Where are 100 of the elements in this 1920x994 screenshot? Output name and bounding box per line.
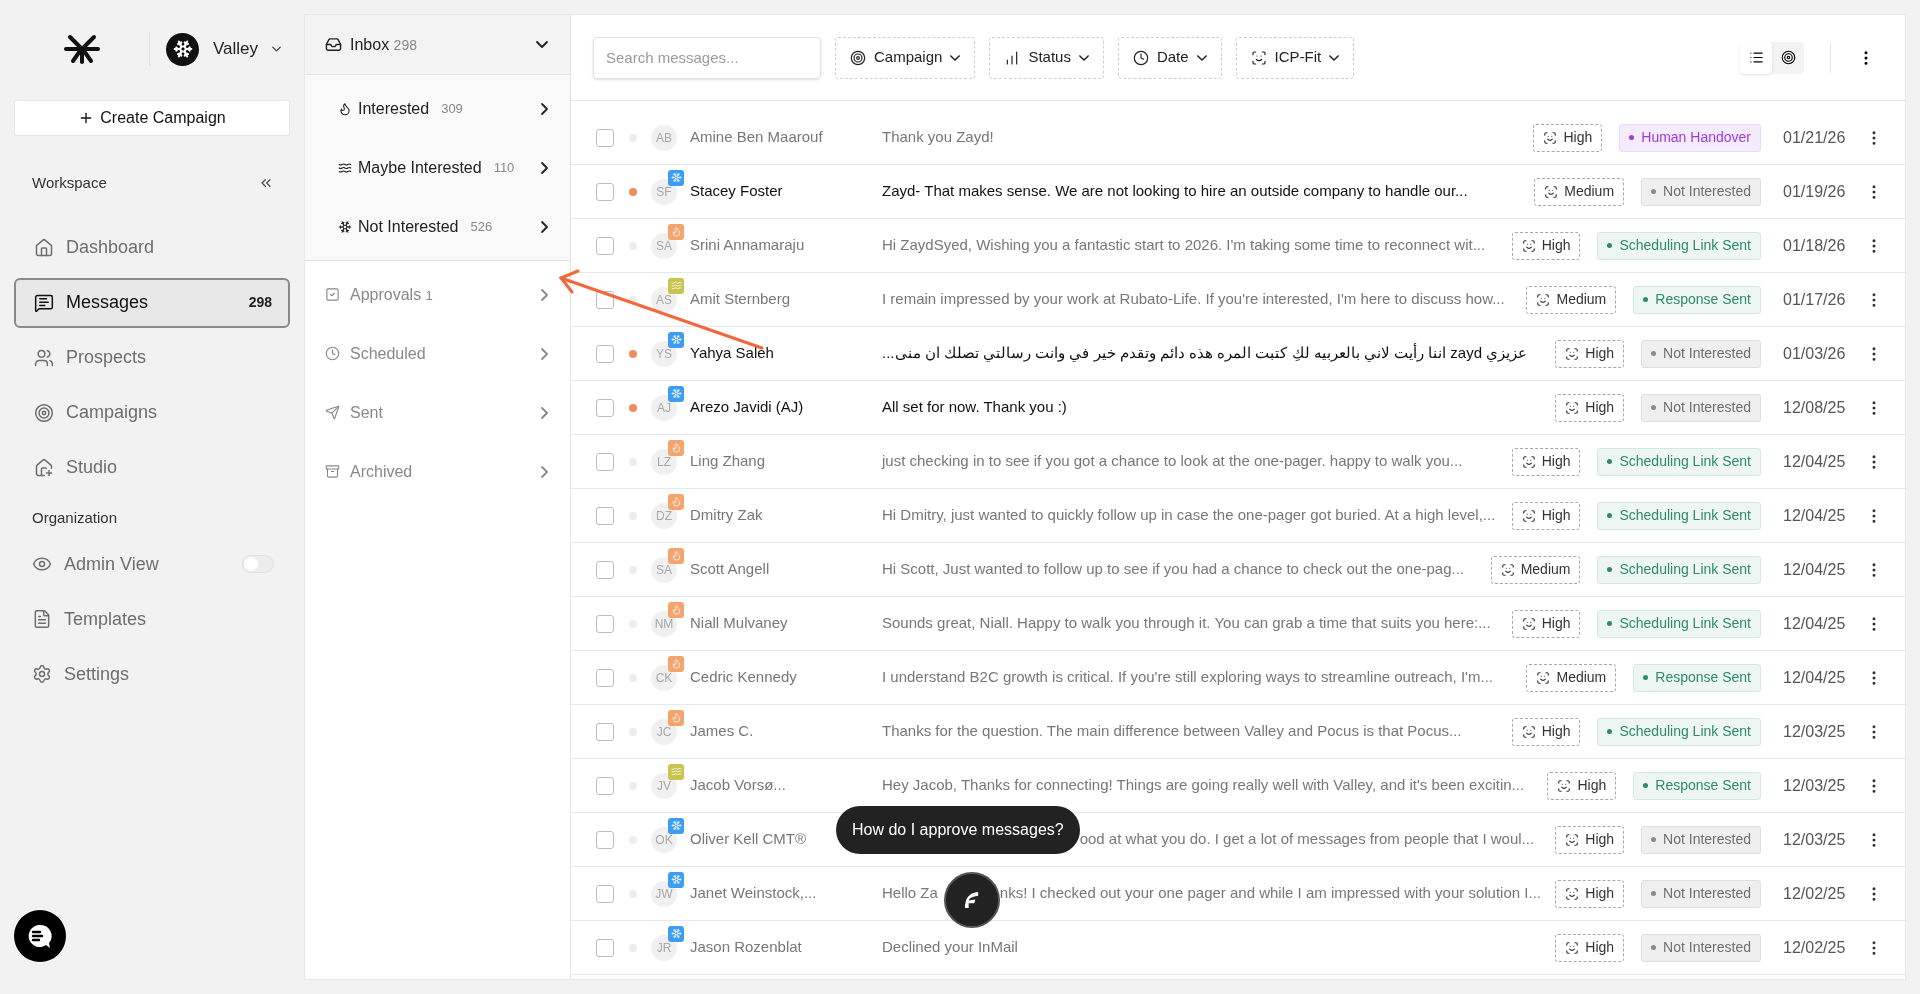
icp-fit-tag: High <box>1511 717 1581 746</box>
section-label: Organization <box>31 507 119 528</box>
nav-item[interactable]: Admin View <box>14 539 290 589</box>
message-row[interactable]: LZ Ling Zhang just checking in to see if you got a chance to look at the one-pager. happy to walk you... High Scheduling Link Sent 12/04/25 <box>571 435 1905 489</box>
nav-item[interactable]: Studio <box>14 442 290 493</box>
icp-fit-tag: High <box>1511 501 1581 530</box>
inbox-category[interactable]: Not Interested 526 <box>305 197 570 256</box>
row-checkbox[interactable] <box>596 884 614 903</box>
message-preview: I remain impressed by your work at Rubato-Life. If you're interested, I'm here to discuss how... <box>882 289 1505 310</box>
filter-dropdown[interactable]: ICP-Fit <box>1235 36 1355 79</box>
message-row[interactable]: SF Stacey Foster Zayd- That makes sense. We are not looking to hire an outside company to handle our... Medium Not Interested 01/19/26 <box>571 165 1905 219</box>
avatar: JW <box>651 880 677 907</box>
contact-name: Stacey Foster <box>690 182 783 200</box>
face-scan-icon <box>1521 238 1536 253</box>
row-checkbox[interactable] <box>596 236 614 255</box>
avatar: SA <box>651 556 677 583</box>
row-checkbox[interactable] <box>596 830 614 849</box>
status-tag: Response Sent <box>1633 285 1761 314</box>
message-date: 12/03/25 <box>1783 721 1845 742</box>
message-row[interactable]: AS Amit Sternberg I remain impressed by your work at Rubato-Life. If you're interested, I'm here to discuss how... Medium Response Sent 01/17/26 <box>571 273 1905 327</box>
message-preview: ood at what you do. I get a lot of messages from people that I woul... <box>1079 829 1535 850</box>
row-checkbox[interactable] <box>596 614 614 633</box>
view-toggle[interactable] <box>1740 41 1772 74</box>
message-date: 12/04/25 <box>1783 667 1845 688</box>
filter-dropdown[interactable]: Campaign <box>835 36 976 79</box>
row-checkbox[interactable] <box>596 344 614 363</box>
message-row[interactable]: NM Niall Mulvaney Sounds great, Niall. Happy to walk you through it. You can grab a time that suits you here:... High Scheduling Link Sent 12/04/25 <box>571 597 1905 651</box>
toggle-switch[interactable] <box>242 555 274 573</box>
filter-dropdown[interactable]: Status <box>989 36 1104 79</box>
status-tag: Not Interested <box>1641 339 1761 368</box>
message-preview: All set for now. Thank you :) <box>882 397 1067 418</box>
chevron-right-icon <box>541 161 548 174</box>
filter-dropdown[interactable]: Date <box>1117 36 1222 79</box>
folder-item[interactable]: Archived <box>305 442 570 501</box>
workspace-switcher[interactable]: Valley <box>166 32 282 66</box>
contact-name: Niall Mulvaney <box>690 614 788 632</box>
message-row[interactable]: JR Jason Rozenblat Declined your InMail High Not Interested 12/02/25 <box>571 921 1905 975</box>
contact-name: Cedric Kennedy <box>690 668 797 686</box>
contact-name: James C. <box>690 722 754 740</box>
row-checkbox[interactable] <box>596 722 614 741</box>
message-row[interactable]: SA Srini Annamaraju Hi ZaydSyed, Wishing you a fantastic start to 2026. I'm taking some time to reconnect wit... High Scheduling Link Sent 01/18/26 <box>571 219 1905 273</box>
face-scan-icon <box>1521 454 1536 469</box>
contact-name: Yahya Saleh <box>690 344 774 362</box>
message-row[interactable]: OK Oliver Kell CMT® How do I approve messages? ood at what you do. I get a lot of messages from people that I woul... High Not Interested 12/03/25 <box>571 813 1905 867</box>
row-checkbox[interactable] <box>596 668 614 687</box>
avatar: AJ <box>651 394 677 421</box>
message-row[interactable]: DZ Dmitry Zak Hi Dmitry, just wanted to quickly follow up in case the one-pager got buried. At a high level,... High Scheduling Link Sent 12/04/25 <box>571 489 1905 543</box>
eye-icon <box>32 554 52 574</box>
row-checkbox[interactable] <box>596 506 614 525</box>
message-preview: Declined your InMail <box>882 937 1018 958</box>
face-scan-icon <box>1500 562 1515 577</box>
message-row[interactable]: SA Scott Angell Hi Scott, Just wanted to follow up to see if you had a chance to check out the one-pag... Medium Scheduling Link Sent 12/04/25 <box>571 543 1905 597</box>
chevron-right-icon <box>541 347 548 360</box>
create-campaign-button[interactable]: Create Campaign <box>14 100 290 136</box>
inbox-category[interactable]: Interested 309 <box>305 79 570 138</box>
nav-item[interactable]: Templates <box>14 594 290 644</box>
face-scan-icon <box>1536 670 1551 685</box>
folder-item[interactable]: Scheduled <box>305 324 570 383</box>
row-checkbox[interactable] <box>596 776 614 795</box>
message-row[interactable]: AJ Arezo Javidi (AJ) All set for now. Thank you :) High Not Interested 12/08/25 <box>571 381 1905 435</box>
chat-support-button[interactable] <box>14 910 66 962</box>
clock-icon <box>1132 49 1149 66</box>
message-date: 01/21/26 <box>1783 127 1845 148</box>
avatar: JC <box>651 718 677 745</box>
contact-name: Jacob Vorsø... <box>690 776 786 794</box>
row-checkbox[interactable] <box>596 938 614 957</box>
contact-name: Jason Rozenblat <box>690 938 802 956</box>
nav-item[interactable]: Campaigns <box>14 387 290 438</box>
message-date: 01/03/26 <box>1783 343 1845 364</box>
message-row[interactable]: AB Amine Ben Maarouf Thank you Zayd! High Human Handover 01/21/26 <box>571 111 1905 165</box>
nav-item[interactable]: Messages 298 <box>14 277 290 328</box>
help-tooltip: How do I approve messages? <box>836 805 1080 854</box>
contact-name: Janet Weinstock,... <box>690 884 817 902</box>
message-preview: Hi ZaydSyed, Wishing you a fantastic start to 2026. I'm taking some time to reconnect wit... <box>882 235 1486 256</box>
checkbox-icon <box>325 287 340 302</box>
folder-item[interactable]: Approvals 1 <box>305 265 570 324</box>
row-checkbox[interactable] <box>596 560 614 579</box>
search-field[interactable]: Search messages... <box>593 36 821 79</box>
icp-fit-tag: Medium <box>1526 285 1617 314</box>
waves-icon <box>338 160 352 175</box>
row-checkbox[interactable] <box>596 182 614 201</box>
row-checkbox[interactable] <box>596 398 614 417</box>
inbox-header[interactable]: Inbox 298 <box>305 15 570 75</box>
nav-item[interactable]: Dashboard <box>14 222 290 273</box>
contact-name: Scott Angell <box>690 560 770 578</box>
row-checkbox[interactable] <box>596 452 614 471</box>
row-checkbox[interactable] <box>596 128 614 147</box>
message-row[interactable]: CK Cedric Kennedy I understand B2C growth is critical. If you're still exploring ways to streamline outreach, I'm... Medium Response Sent 12/04/25 <box>571 651 1905 705</box>
nav-item[interactable]: Settings <box>14 649 290 699</box>
message-preview: Sounds great, Niall. Happy to walk you through it. You can grab a time that suits you here:... <box>882 613 1491 634</box>
status-tag: Not Interested <box>1641 879 1761 908</box>
face-scan-icon <box>1250 49 1267 66</box>
message-preview: عزيزي zayd اننا رأيت لاني بالعربيه لكِ كتبت المره هذه دائم وتقدم خير في وانت رسالتي تصلك ان منى... <box>882 342 1528 364</box>
nav-item[interactable]: Prospects <box>14 332 290 383</box>
icp-fit-tag: High <box>1555 825 1625 854</box>
inbox-category[interactable]: Maybe Interested 110 <box>305 138 570 197</box>
folder-item[interactable]: Sent <box>305 383 570 442</box>
message-preview: Thank you Zayd! <box>882 127 994 148</box>
status-tag: Response Sent <box>1633 771 1761 800</box>
message-row[interactable]: JC James C. Thanks for the question. The main difference between Valley and Pocus is that Pocus... High Scheduling Link Sent 12/03/25 <box>571 705 1905 759</box>
